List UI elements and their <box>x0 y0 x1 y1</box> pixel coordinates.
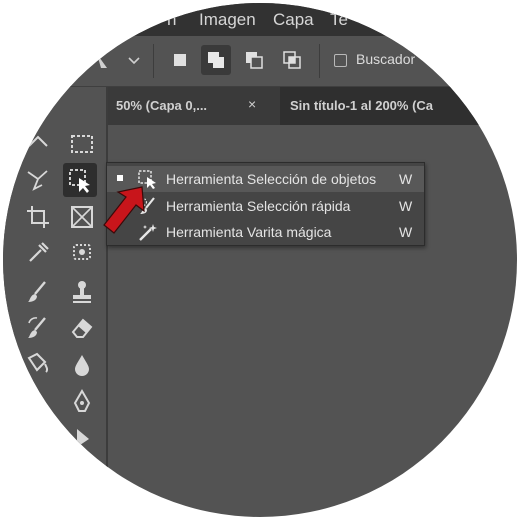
menu-item-type[interactable]: Te <box>330 10 348 30</box>
subtract-selection-button[interactable] <box>239 45 269 75</box>
blur-tool-icon[interactable] <box>69 352 95 378</box>
new-selection-icon <box>174 54 186 66</box>
move-tool-icon[interactable] <box>25 133 51 159</box>
flyout-label: Herramienta Selección de objetos <box>166 171 377 187</box>
tab-document-1[interactable]: 50% (Capa 0,... × <box>108 87 280 125</box>
intersect-selection-icon <box>283 51 301 69</box>
eyedropper-tool-icon[interactable] <box>25 239 51 265</box>
add-selection-icon <box>208 52 224 68</box>
finder-label: Buscador <box>356 51 416 67</box>
flyout-label: Herramienta Varita mágica <box>166 224 332 240</box>
photoshop-window: n Imagen Capa Te Buscador 50% (Capa 0,..… <box>3 3 517 517</box>
flyout-shortcut: W <box>399 171 413 187</box>
menu-bar: n Imagen Capa Te <box>3 3 517 36</box>
chevron-down-icon <box>128 57 140 65</box>
close-icon[interactable]: × <box>248 96 256 112</box>
flyout-label: Herramienta Selección rápida <box>166 198 351 214</box>
lasso-tool-icon[interactable] <box>25 167 51 193</box>
add-to-selection-button[interactable] <box>201 45 231 75</box>
frame-tool-icon[interactable] <box>69 204 95 230</box>
arrow-tool-icon <box>97 54 107 68</box>
history-brush-tool-icon[interactable] <box>25 315 51 341</box>
menu-item-select[interactable]: n <box>167 10 176 30</box>
new-selection-button[interactable] <box>165 45 195 75</box>
stamp-tool-icon[interactable] <box>69 279 95 305</box>
finder-checkbox[interactable] <box>334 54 347 67</box>
object-selection-tool-button[interactable] <box>63 163 97 197</box>
gradient-tool-icon[interactable] <box>25 352 51 378</box>
flyout-shortcut: W <box>399 224 413 240</box>
options-bar: Buscador <box>3 36 517 87</box>
spot-healing-tool-icon[interactable] <box>69 239 95 265</box>
tool-preset-picker[interactable] <box>93 48 145 74</box>
tab-label: 50% (Capa 0,... <box>116 98 208 113</box>
flyout-shortcut: W <box>399 198 413 214</box>
subtract-selection-icon <box>246 52 263 69</box>
crop-tool-icon[interactable] <box>25 204 51 230</box>
divider <box>153 44 154 78</box>
menu-item-layer[interactable]: Capa <box>273 10 314 30</box>
tab-document-2[interactable]: Sin título-1 al 200% (Ca <box>280 87 517 125</box>
active-indicator <box>117 175 123 181</box>
menu-item-image[interactable]: Imagen <box>199 10 256 30</box>
divider <box>319 44 320 78</box>
intersect-selection-button[interactable] <box>277 45 307 75</box>
path-selection-tool-icon[interactable] <box>69 425 95 451</box>
pen-tool-icon[interactable] <box>69 389 95 415</box>
brush-tool-icon[interactable] <box>25 279 51 305</box>
tools-panel <box>3 87 108 517</box>
object-selection-icon <box>69 169 90 193</box>
marquee-tool-icon[interactable] <box>69 132 95 158</box>
eraser-tool-icon[interactable] <box>69 315 95 341</box>
red-pointer-arrow-icon <box>103 186 145 234</box>
tab-label: Sin título-1 al 200% (Ca <box>290 98 434 113</box>
document-tab-bar: 50% (Capa 0,... × Sin título-1 al 200% (… <box>108 87 517 125</box>
